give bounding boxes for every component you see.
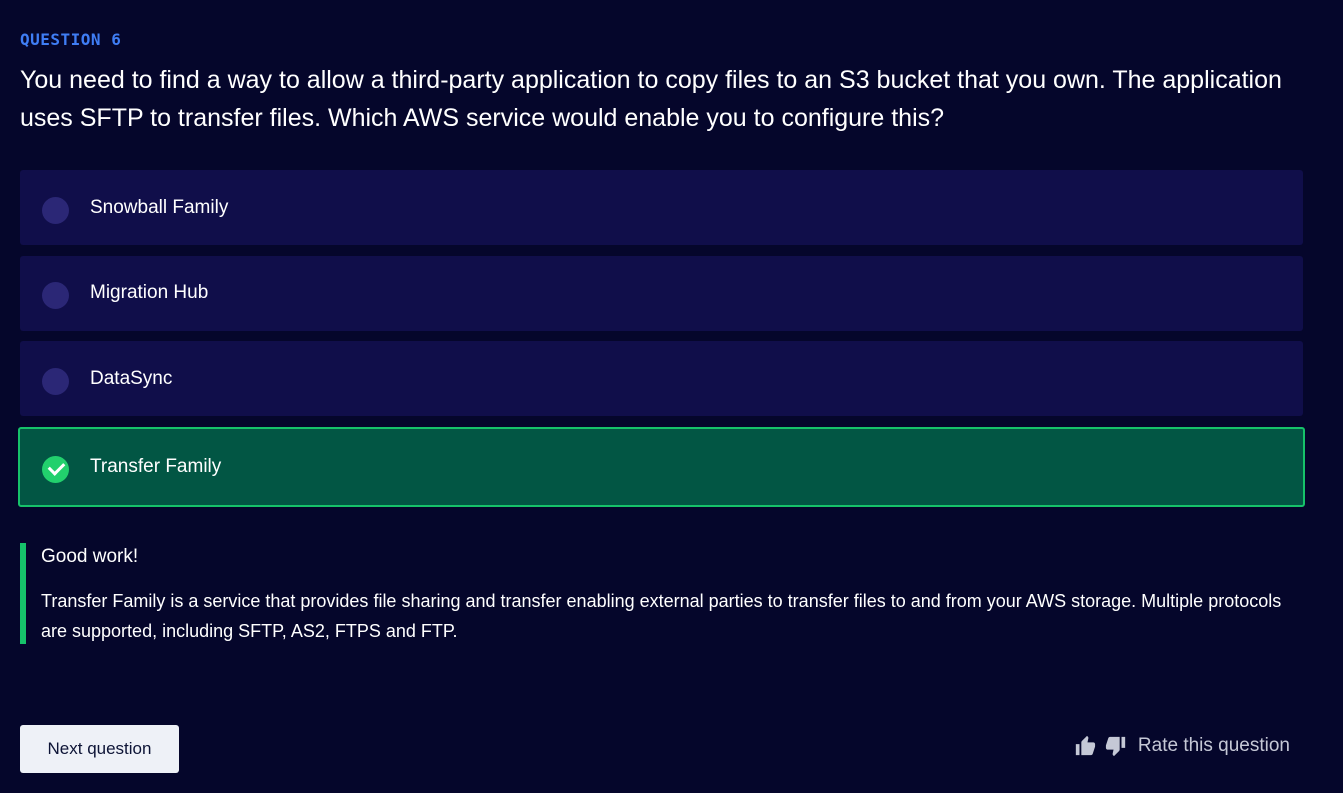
- thumbs-up-icon[interactable]: [1074, 735, 1096, 757]
- answer-option-label: Snowball Family: [90, 196, 229, 218]
- answer-option-correct[interactable]: Transfer Family: [18, 426, 1305, 507]
- feedback-panel: Good work! Transfer Family is a service …: [20, 543, 1310, 644]
- question-label: QUESTION 6: [20, 30, 122, 49]
- rate-question: Rate this question: [1074, 735, 1290, 757]
- thumbs-down-icon[interactable]: [1105, 735, 1127, 757]
- rate-question-label[interactable]: Rate this question: [1138, 735, 1290, 757]
- answer-option-label: DataSync: [90, 367, 173, 389]
- radio-circle-icon[interactable]: [42, 367, 69, 395]
- answer-option[interactable]: Migration Hub: [20, 255, 1303, 331]
- answer-option[interactable]: Snowball Family: [20, 170, 1303, 245]
- answer-option[interactable]: DataSync: [20, 341, 1303, 416]
- answer-option-label: Migration Hub: [90, 282, 209, 303]
- question-text: You need to find a way to allow a third-…: [20, 66, 1282, 132]
- radio-circle-icon[interactable]: [42, 196, 69, 224]
- checkmark-circle-icon[interactable]: [42, 455, 69, 483]
- answer-options: Snowball Family Migration Hub DataSync T…: [18, 170, 1305, 517]
- next-question-button[interactable]: Next question: [20, 725, 179, 773]
- feedback-text: Transfer Family is a service that provid…: [41, 591, 1282, 641]
- feedback-title: Good work!: [41, 546, 139, 567]
- answer-option-label: Transfer Family: [90, 455, 222, 477]
- radio-circle-icon[interactable]: [42, 282, 69, 309]
